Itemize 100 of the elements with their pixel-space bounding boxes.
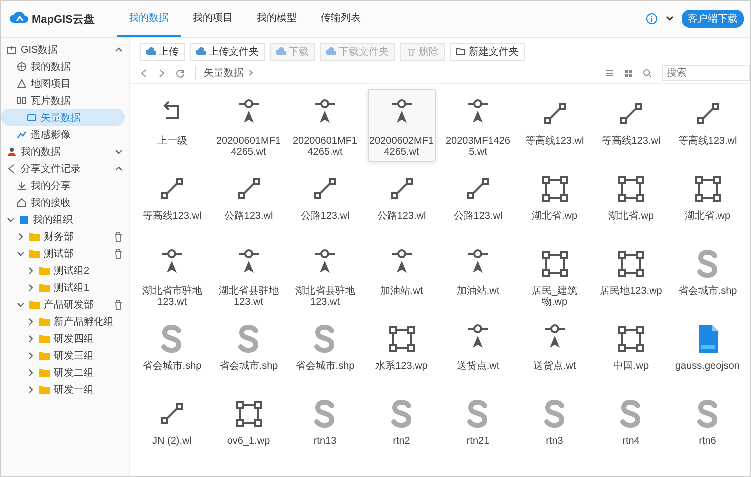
file-item[interactable]: 送货点.wt	[520, 314, 589, 387]
file-item[interactable]: 等高线123.wl	[674, 89, 742, 162]
chevron-up-icon[interactable]	[115, 46, 123, 54]
sidebar-item[interactable]: 我的数据	[1, 143, 125, 160]
back-icon[interactable]	[140, 68, 148, 78]
file-item[interactable]: JN (2).wl	[138, 389, 206, 462]
file-item[interactable]: 省会城市.shp	[674, 239, 742, 312]
file-item[interactable]: 居民地123.wp	[597, 239, 666, 312]
chevron-right-icon[interactable]	[27, 386, 35, 394]
trash-icon[interactable]	[114, 300, 123, 310]
sidebar-item[interactable]: 我的接收	[1, 194, 125, 211]
file-item[interactable]: 湖北省市驻地123.wt	[138, 239, 206, 312]
search-icon[interactable]	[643, 68, 652, 78]
file-item[interactable]: gauss.geojson	[674, 314, 742, 387]
file-item[interactable]: 湖北省县驻地123.wt	[214, 239, 283, 312]
file-item[interactable]: 20203MF14265.wt	[444, 89, 512, 162]
file-item[interactable]: 省会城市.shp	[138, 314, 206, 387]
file-item[interactable]: 湖北省.wp	[597, 164, 666, 237]
nav-tab[interactable]: 我的项目	[181, 1, 245, 37]
file-item[interactable]: rtn6	[674, 389, 742, 462]
file-item[interactable]: 中国.wp	[597, 314, 666, 387]
chevron-right-icon[interactable]	[27, 334, 35, 342]
folder-icon	[39, 317, 50, 326]
sidebar-item[interactable]: 新产品孵化组	[1, 313, 125, 330]
file-item[interactable]: 公路123.wl	[368, 164, 436, 237]
file-item[interactable]: rtn21	[444, 389, 512, 462]
folder-icon	[39, 368, 50, 377]
file-item[interactable]: 20200602MF14265.wt	[368, 89, 436, 162]
chevron-right-icon[interactable]	[27, 368, 35, 376]
file-item[interactable]: 加油站.wt	[444, 239, 512, 312]
nav-tab[interactable]: 传输列表	[309, 1, 373, 37]
sidebar-item[interactable]: 地图项目	[1, 75, 125, 92]
toolbar-button[interactable]: 新建文件夹	[450, 43, 525, 61]
sidebar-item[interactable]: GIS数据	[1, 41, 125, 58]
chevron-down-icon[interactable]	[115, 148, 123, 156]
file-item[interactable]: 公路123.wl	[444, 164, 512, 237]
sidebar-item[interactable]: 我的分享	[1, 177, 125, 194]
sidebar-item[interactable]: 我的数据	[1, 58, 125, 75]
trash-icon[interactable]	[114, 232, 123, 242]
file-item[interactable]: 上一级	[138, 89, 206, 162]
sidebar-item[interactable]: 研发三组	[1, 347, 125, 364]
sidebar-item[interactable]: 我的组织	[1, 211, 125, 228]
caret-icon[interactable]	[666, 16, 674, 22]
file-item[interactable]: 等高线123.wl	[520, 89, 589, 162]
client-download-button[interactable]: 客户端下载	[682, 10, 744, 28]
sidebar-item[interactable]: 研发一组	[1, 381, 125, 398]
nav-tab[interactable]: 我的模型	[245, 1, 309, 37]
chevron-up-icon[interactable]	[115, 164, 123, 172]
sidebar-item[interactable]: 测试组2	[1, 262, 125, 279]
chevron-right-icon[interactable]	[27, 318, 35, 326]
file-item[interactable]: 加油站.wt	[368, 239, 436, 312]
sidebar-item[interactable]: 分享文件记录	[1, 160, 125, 177]
file-item[interactable]: 湖北省.wp	[674, 164, 742, 237]
folder-icon	[456, 47, 466, 57]
info-icon[interactable]	[646, 13, 658, 25]
folder-icon	[39, 385, 50, 394]
chevron-right-icon[interactable]	[27, 266, 35, 274]
nav-tab[interactable]: 我的数据	[117, 1, 181, 37]
toolbar-button[interactable]: 上传文件夹	[190, 43, 265, 61]
chevron-down-icon[interactable]	[17, 250, 25, 258]
refresh-icon[interactable]	[176, 68, 185, 78]
file-item[interactable]: 20200601MF14265.wt	[291, 89, 360, 162]
search-field[interactable]: 搜索	[662, 65, 750, 81]
sidebar-item[interactable]: 产品研发部	[1, 296, 125, 313]
folder-icon	[29, 300, 40, 309]
file-item[interactable]: 20200601MF14265.wt	[214, 89, 283, 162]
grid-view-icon[interactable]	[624, 68, 633, 78]
chevron-right-icon[interactable]	[27, 284, 35, 292]
file-item[interactable]: 公路123.wl	[291, 164, 360, 237]
file-item[interactable]: ov6_1.wp	[214, 389, 283, 462]
toolbar-button[interactable]: 上传	[140, 43, 185, 61]
chevron-down-icon[interactable]	[7, 216, 15, 224]
file-item[interactable]: rtn2	[368, 389, 436, 462]
sidebar-item[interactable]: 测试部	[1, 245, 125, 262]
file-item[interactable]: 公路123.wl	[214, 164, 283, 237]
file-item[interactable]: 省会城市.shp	[291, 314, 360, 387]
chevron-right-icon[interactable]	[27, 352, 35, 360]
file-item[interactable]: 湖北省.wp	[520, 164, 589, 237]
sidebar-item[interactable]: 研发二组	[1, 364, 125, 381]
sidebar-item[interactable]: 遥感影像	[1, 126, 125, 143]
file-item[interactable]: 湖北省县驻地123.wt	[291, 239, 360, 312]
file-item[interactable]: 居民_建筑物.wp	[520, 239, 589, 312]
forward-icon[interactable]	[158, 68, 166, 78]
chevron-right-icon[interactable]	[17, 232, 25, 240]
sidebar-item[interactable]: 测试组1	[1, 279, 125, 296]
file-item[interactable]: 送货点.wt	[444, 314, 512, 387]
file-item[interactable]: rtn3	[520, 389, 589, 462]
file-item[interactable]: 省会城市.shp	[214, 314, 283, 387]
sidebar-item[interactable]: 研发四组	[1, 330, 125, 347]
file-item[interactable]: 等高线123.wl	[138, 164, 206, 237]
list-view-icon[interactable]	[605, 68, 614, 78]
file-item[interactable]: rtn13	[291, 389, 360, 462]
breadcrumb-link[interactable]: 矢量数据	[204, 66, 244, 80]
sidebar-item[interactable]: 财务部	[1, 228, 125, 245]
chevron-down-icon[interactable]	[17, 300, 25, 308]
file-item[interactable]: 水系123.wp	[368, 314, 436, 387]
file-item[interactable]: rtn4	[597, 389, 666, 462]
sidebar-item[interactable]: 瓦片数据	[1, 92, 125, 109]
trash-icon[interactable]	[114, 248, 123, 258]
file-item[interactable]: 等高线123.wl	[597, 89, 666, 162]
